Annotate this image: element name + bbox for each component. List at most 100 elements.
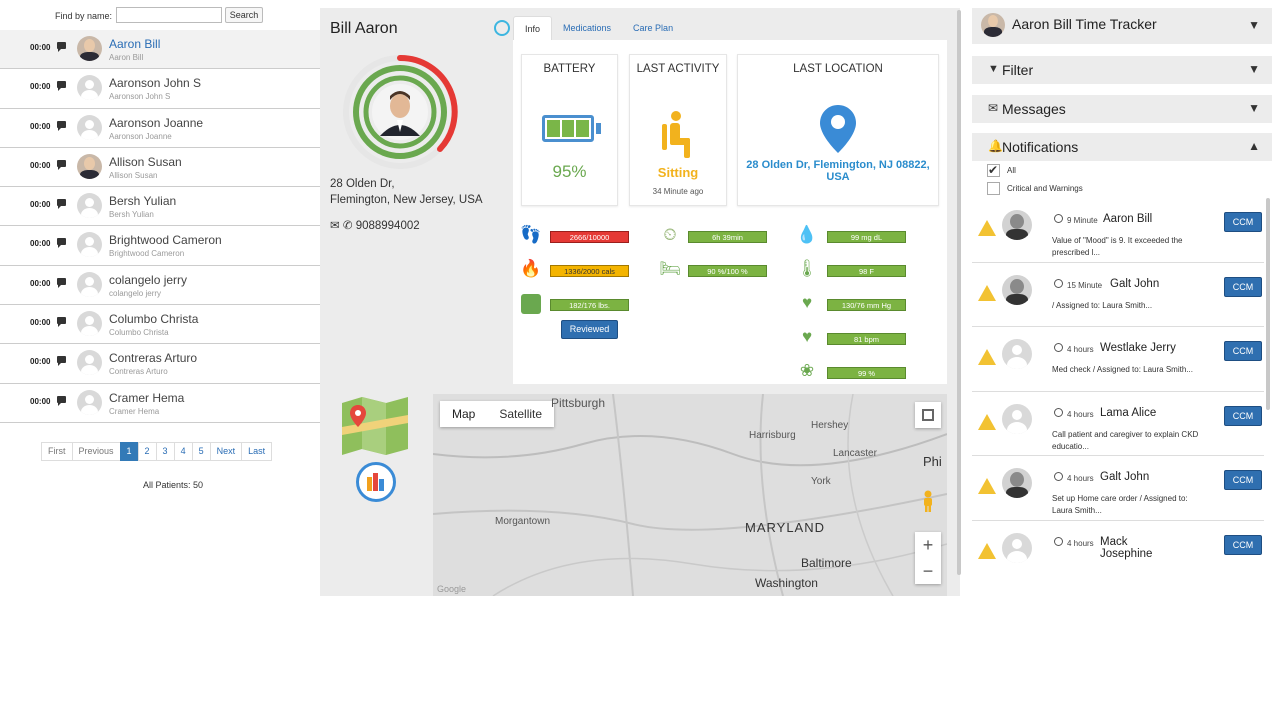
page-3[interactable]: 3 <box>155 442 175 461</box>
notification-item[interactable]: 4 hours Mack Josephine CCM <box>972 520 1264 563</box>
map-button[interactable]: Map <box>440 401 487 427</box>
fullscreen-icon[interactable] <box>915 402 941 428</box>
chevron-down-icon[interactable]: ▼ <box>1248 62 1260 76</box>
map-view[interactable]: Map Satellite Pittsburgh Harrisburg Hers… <box>433 394 947 596</box>
chat-icon[interactable] <box>57 81 66 92</box>
detail-scrollbar[interactable] <box>957 10 961 575</box>
patient-name[interactable]: colangelo jerry <box>109 273 187 287</box>
ccm-button[interactable]: CCM <box>1224 276 1262 297</box>
patient-row[interactable]: 00:00 Allison Susan Allison Susan <box>0 147 320 188</box>
page-2[interactable]: 2 <box>137 442 157 461</box>
clock-icon <box>1054 472 1063 481</box>
chevron-down-icon[interactable]: ▼ <box>1248 101 1260 115</box>
search-button[interactable]: Search <box>225 7 263 23</box>
ccm-button[interactable]: CCM <box>1224 341 1262 361</box>
chevron-up-icon[interactable]: ▲ <box>1248 139 1260 153</box>
notification-patient[interactable]: Westlake Jerry <box>1100 342 1176 354</box>
patient-row[interactable]: 00:00 Contreras Arturo Contreras Arturo <box>0 344 320 384</box>
notifications-scrollbar[interactable] <box>1266 198 1270 410</box>
patient-row[interactable]: 00:00 Aaronson Joanne Aaronson Joanne <box>0 108 320 148</box>
patient-name[interactable]: Bersh Yulian <box>109 194 176 208</box>
tab-care-plan[interactable]: Care Plan <box>622 16 684 40</box>
page-first[interactable]: First <box>41 442 73 461</box>
phone-icon[interactable]: ✆ <box>343 220 353 232</box>
messages-section[interactable]: ✉ Messages ▼ <box>972 95 1272 123</box>
notification-item[interactable]: 4 hours Galt John Set up Home care order… <box>972 456 1264 521</box>
patient-timer: 00:00 <box>30 160 51 170</box>
chat-icon[interactable] <box>57 317 66 328</box>
ccm-button[interactable]: CCM <box>1224 212 1262 232</box>
chart-icon[interactable] <box>356 462 396 502</box>
find-by-name-bar: Find by name: Search <box>0 6 320 26</box>
chat-icon[interactable] <box>57 356 66 367</box>
patient-row[interactable]: 00:00 Aaron Bill Aaron Bill <box>0 30 320 70</box>
notification-patient[interactable]: Aaron Bill <box>1103 213 1152 225</box>
ccm-button[interactable]: CCM <box>1224 534 1262 555</box>
patient-row[interactable]: 00:00 Brightwood Cameron Brightwood Came… <box>0 226 320 266</box>
patient-row[interactable]: 00:00 Bersh Yulian Bersh Yulian <box>0 187 320 227</box>
checkbox-checked-icon[interactable]: ✔ <box>987 164 1000 177</box>
tab-medications[interactable]: Medications <box>552 16 622 40</box>
patient-name[interactable]: Contreras Arturo <box>109 351 197 365</box>
time-tracker-header[interactable]: Aaron Bill Time Tracker ▼ <box>972 8 1272 44</box>
ccm-button[interactable]: CCM <box>1224 405 1262 426</box>
checkbox-icon[interactable] <box>987 182 1000 195</box>
patient-name[interactable]: Columbo Christa <box>109 312 198 326</box>
patient-name[interactable]: Aaron Bill <box>109 37 160 51</box>
notification-patient[interactable]: Mack Josephine <box>1100 536 1180 560</box>
avatar <box>77 350 102 376</box>
ccm-button[interactable]: CCM <box>1224 470 1262 490</box>
filter-section[interactable]: ▼ Filter ▼ <box>972 56 1272 84</box>
phone-number: 9088994002 <box>355 220 420 232</box>
zoom-in-button[interactable]: + <box>915 532 941 558</box>
patient-row[interactable]: 00:00 Aaronson John S Aaronson John S <box>0 69 320 109</box>
satellite-button[interactable]: Satellite <box>487 401 554 427</box>
notification-item[interactable]: 9 Minute Aaron Bill Value of "Mood" is 9… <box>972 198 1264 263</box>
battery-value: 95% <box>552 162 587 181</box>
notifications-section[interactable]: 🔔 Notifications ▲ <box>972 133 1272 161</box>
page-1[interactable]: 1 <box>119 442 139 461</box>
clock-icon <box>1054 407 1063 417</box>
envelope-icon[interactable]: ✉ <box>330 220 340 232</box>
page-last[interactable]: Last <box>241 442 273 461</box>
patient-name[interactable]: Allison Susan <box>109 155 182 169</box>
patient-row[interactable]: 00:00 Columbo Christa Columbo Christa <box>0 305 320 345</box>
street-view-pegman-icon[interactable] <box>921 490 935 512</box>
sleep-time-bar: 6h 39min <box>688 231 767 243</box>
page-previous[interactable]: Previous <box>71 442 121 461</box>
patient-name[interactable]: Cramer Hema <box>109 391 184 405</box>
notification-item[interactable]: 15 Minute Galt John / Assigned to: Laura… <box>972 262 1264 327</box>
page-next[interactable]: Next <box>209 442 243 461</box>
notification-patient[interactable]: Galt John <box>1100 471 1149 483</box>
refresh-icon[interactable] <box>494 20 510 36</box>
page-4[interactable]: 4 <box>173 442 193 461</box>
thermometer-icon: 🌡 <box>796 259 818 278</box>
chat-icon[interactable] <box>57 238 66 249</box>
patient-row[interactable]: 00:00 colangelo jerry colangelo jerry <box>0 265 320 306</box>
chat-icon[interactable] <box>57 199 66 210</box>
patient-name[interactable]: Brightwood Cameron <box>109 233 222 247</box>
chat-icon[interactable] <box>57 42 66 52</box>
map-icon[interactable] <box>340 397 410 455</box>
page-5[interactable]: 5 <box>191 442 211 461</box>
patient-name[interactable]: Aaronson John S <box>109 76 201 90</box>
notification-patient[interactable]: Lama Alice <box>1100 407 1156 419</box>
chat-icon[interactable] <box>57 120 66 131</box>
notification-item[interactable]: 4 hours Westlake Jerry Med check / Assig… <box>972 327 1264 392</box>
notification-patient[interactable]: Galt John <box>1110 278 1159 290</box>
notification-item[interactable]: 4 hours Lama Alice Call patient and care… <box>972 391 1264 456</box>
chat-icon[interactable] <box>57 277 66 288</box>
patient-name[interactable]: Aaronson Joanne <box>109 116 203 130</box>
avatar <box>77 232 102 258</box>
chat-icon[interactable] <box>57 159 66 170</box>
tab-info[interactable]: Info <box>513 16 553 40</box>
patient-row[interactable]: 00:00 Cramer Hema Cramer Hema <box>0 383 320 423</box>
map-label-hershey: Hershey <box>811 420 849 431</box>
battery-icon <box>542 115 594 142</box>
reviewed-button[interactable]: Reviewed <box>561 320 618 339</box>
chat-icon[interactable] <box>57 395 66 406</box>
search-input[interactable] <box>116 7 222 23</box>
chevron-down-icon[interactable]: ▼ <box>1248 18 1260 32</box>
zoom-out-button[interactable]: − <box>915 558 941 584</box>
avatar <box>77 114 102 140</box>
